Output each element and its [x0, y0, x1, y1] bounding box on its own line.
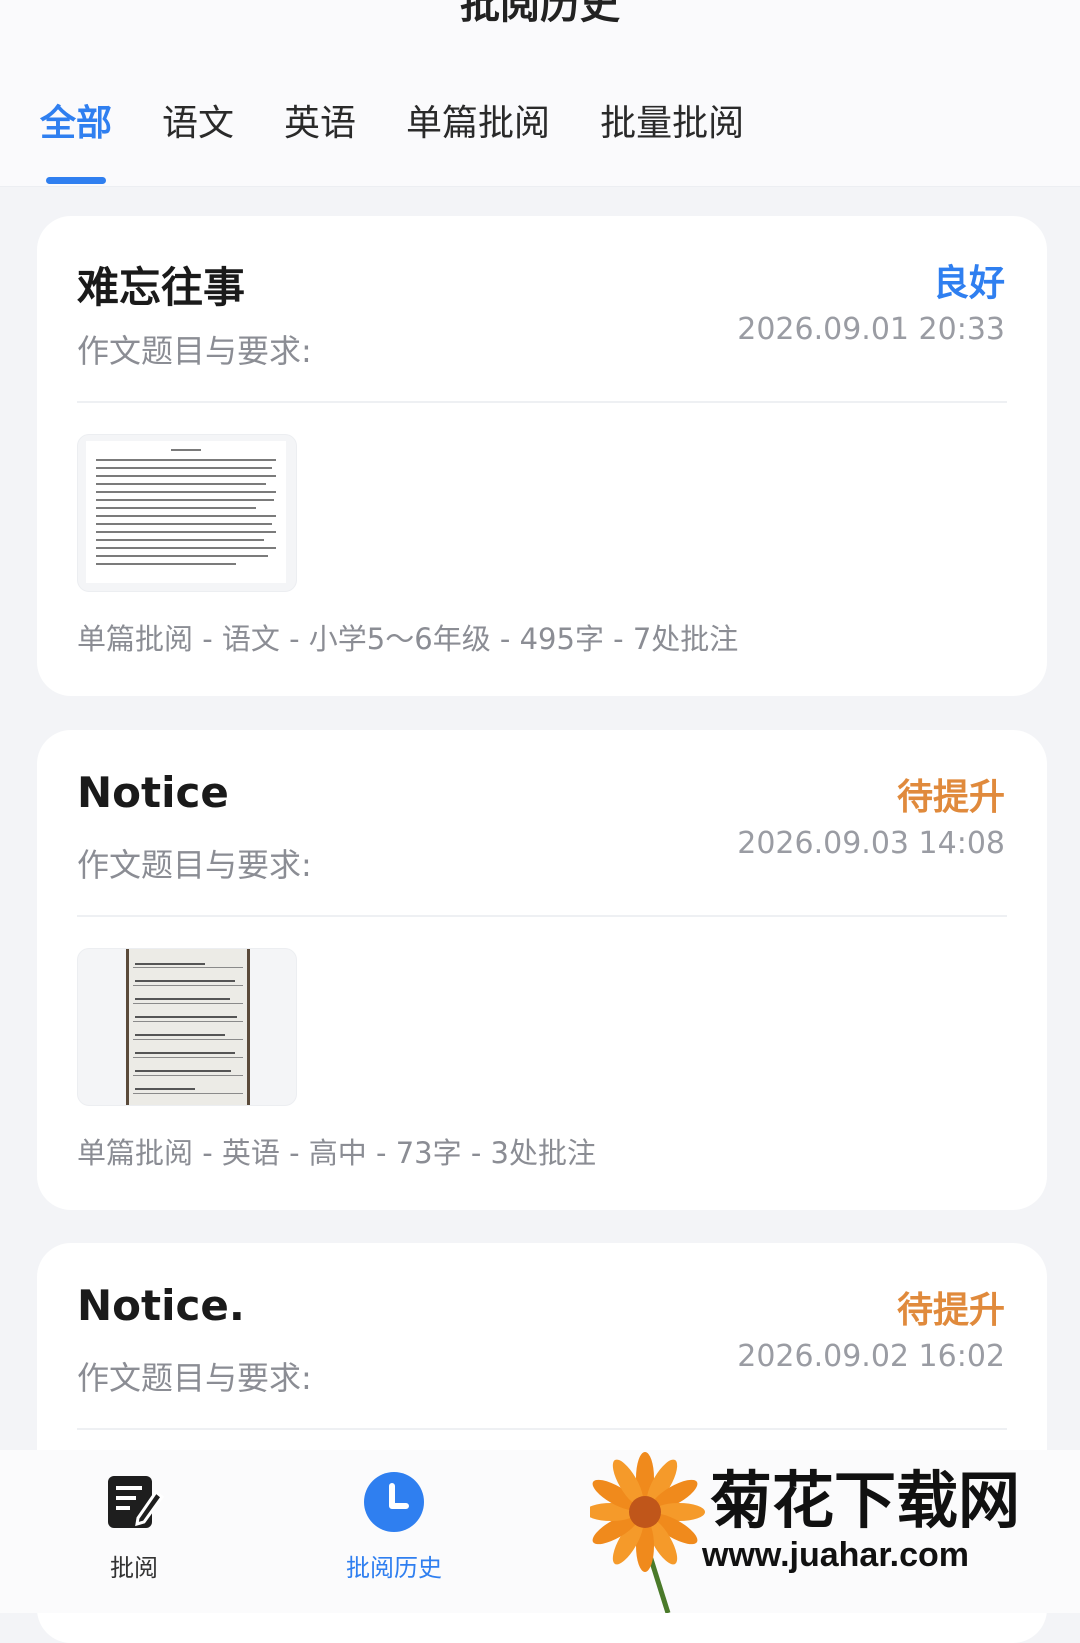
tab-english-label: 英语 — [284, 103, 357, 144]
essay-prompt-label: 作文题目与要求: — [77, 1359, 312, 1397]
history-card[interactable]: 难忘往事 良好 2026.09.01 20:33 作文题目与要求: 单篇批阅 -… — [37, 216, 1047, 696]
divider — [77, 1428, 1007, 1430]
printed-document-image — [86, 441, 286, 583]
review-date: 2026.09.01 20:33 — [737, 312, 1005, 347]
review-date: 2026.09.02 16:02 — [737, 1339, 1005, 1374]
tab-all[interactable]: 全部 — [40, 96, 113, 184]
active-tab-indicator — [46, 177, 106, 184]
essay-meta: 单篇批阅 - 英语 - 高中 - 73字 - 3处批注 — [77, 1136, 596, 1170]
review-date: 2026.09.03 14:08 — [737, 826, 1005, 861]
nav-history[interactable]: 批阅历史 — [324, 1470, 464, 1583]
tab-batch-review[interactable]: 批量批阅 — [600, 96, 744, 156]
grade-badge: 待提升 — [896, 1290, 1005, 1331]
grade-badge: 待提升 — [896, 777, 1005, 818]
essay-title: Notice. — [77, 1281, 245, 1330]
essay-prompt-label: 作文题目与要求: — [77, 332, 312, 370]
header: 批阅历史 全部 语文 英语 单篇批阅 批量批阅 — [0, 0, 1080, 187]
tab-english[interactable]: 英语 — [284, 96, 356, 156]
handwritten-document-image — [126, 949, 250, 1105]
tab-batch-review-label: 批量批阅 — [600, 103, 745, 144]
tab-single-review-label: 单篇批阅 — [406, 103, 551, 144]
grade-badge: 良好 — [932, 263, 1005, 304]
divider — [77, 401, 1007, 403]
watermark: 菊花下载网 www.juahar.com — [590, 1450, 1080, 1613]
essay-thumbnail[interactable] — [77, 434, 297, 592]
edit-document-icon — [108, 1476, 165, 1528]
tab-chinese[interactable]: 语文 — [162, 96, 234, 156]
nav-review-label: 批阅 — [110, 1554, 158, 1582]
essay-title: Notice — [77, 768, 229, 817]
flower-logo-icon — [590, 1452, 705, 1613]
essay-title: 难忘往事 — [77, 263, 246, 312]
essay-thumbnail[interactable] — [77, 948, 297, 1106]
tab-chinese-label: 语文 — [162, 103, 235, 144]
nav-history-label: 批阅历史 — [346, 1554, 442, 1582]
divider — [77, 915, 1007, 917]
history-card[interactable]: Notice 待提升 2026.09.03 14:08 作文题目与要求: 单篇批… — [37, 730, 1047, 1210]
tab-bar: 全部 语文 英语 单篇批阅 批量批阅 — [40, 96, 794, 184]
page-title: 批阅历史 — [460, 0, 620, 28]
watermark-title: 菊花下载网 — [710, 1464, 1021, 1537]
essay-meta: 单篇批阅 - 语文 - 小学5～6年级 - 495字 - 7处批注 — [77, 622, 739, 656]
clock-icon — [364, 1472, 424, 1532]
tab-single-review[interactable]: 单篇批阅 — [406, 96, 550, 156]
watermark-url: www.juahar.com — [702, 1536, 970, 1574]
tab-all-label: 全部 — [40, 103, 113, 144]
essay-prompt-label: 作文题目与要求: — [77, 846, 312, 884]
nav-review[interactable]: 批阅 — [64, 1470, 204, 1583]
